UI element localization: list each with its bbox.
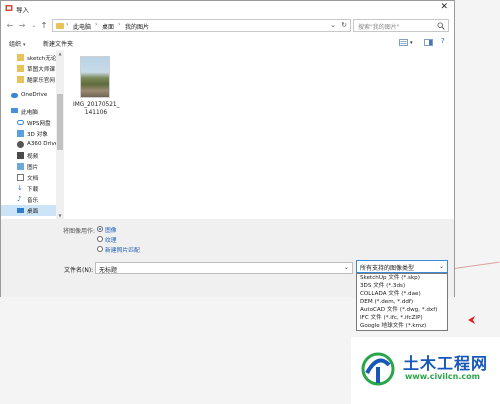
- cloud-icon: [17, 120, 24, 125]
- command-toolbar: 组织 ▾ 新建文件夹 ▾ ?: [1, 36, 454, 50]
- organize-label: 组织: [9, 41, 22, 48]
- organize-menu[interactable]: 组织 ▾: [9, 39, 25, 48]
- preview-pane-icon[interactable]: [424, 39, 433, 46]
- watermark-url: www.civilcn.com: [405, 372, 480, 381]
- breadcrumb-desktop[interactable]: 桌面: [102, 22, 114, 31]
- folder-icon: [56, 23, 64, 29]
- desktop-icon: [17, 208, 24, 213]
- sidebar-item-documents[interactable]: 文档: [1, 172, 56, 183]
- radio-label: 新建照片匹配: [105, 248, 140, 254]
- video-icon: [17, 152, 24, 159]
- address-bar[interactable]: › 此电脑 › 桌面 › 我的图片 ⌄ ↻: [52, 19, 351, 32]
- close-icon[interactable]: ✕: [440, 2, 448, 12]
- drive-icon: [17, 141, 24, 148]
- sidebar-scrollbar[interactable]: ▲ ▼: [56, 50, 64, 219]
- breadcrumb-this-pc[interactable]: 此电脑: [73, 22, 91, 31]
- sidebar-item-music[interactable]: ♪ 音乐: [1, 194, 56, 205]
- back-icon[interactable]: ←: [5, 20, 15, 32]
- radio-label: 纹理: [105, 238, 117, 244]
- breadcrumb-separator-icon[interactable]: ›: [95, 21, 97, 28]
- window-title: 导入: [16, 6, 29, 14]
- picture-icon: [17, 163, 24, 170]
- search-icon[interactable]: [437, 22, 445, 30]
- sidebar-item-onedrive[interactable]: OneDrive: [1, 90, 56, 101]
- title-bar: 导入 ✕: [1, 1, 454, 15]
- radio-label: 图像: [105, 228, 117, 234]
- help-icon[interactable]: ?: [441, 37, 445, 45]
- forward-icon[interactable]: →: [17, 20, 27, 32]
- filename-field[interactable]: 无标题 ⌄: [95, 262, 353, 274]
- music-icon: ♪: [17, 195, 22, 203]
- folder-icon: [17, 65, 24, 72]
- file-type-option[interactable]: 3DS 文件 (*.3ds): [360, 283, 405, 290]
- document-icon: [17, 174, 24, 181]
- sidebar-item-sketchup-course[interactable]: 草图大师课: [1, 63, 56, 74]
- new-folder-button[interactable]: 新建文件夹: [43, 39, 73, 48]
- up-arrow-icon[interactable]: ↑: [39, 20, 49, 32]
- sidebar-item-desktop[interactable]: 桌面: [1, 205, 56, 216]
- file-name-line-1: IMG_20170521_: [73, 102, 120, 108]
- file-type-option[interactable]: COLLADA 文件 (*.dae): [360, 291, 421, 298]
- file-type-dropdown-list: SketchUp 文件 (*.skp) 3DS 文件 (*.3ds) COLLA…: [356, 273, 448, 331]
- sketchup-app-icon: [5, 5, 13, 11]
- import-dialog: 导入 ✕ ← → ⌄ ↑ › 此电脑 › 桌面 › 我的图片 ⌄ ↻ 搜索"我的…: [0, 0, 455, 297]
- file-type-option[interactable]: Google 地球文件 (*.kmz): [360, 323, 426, 330]
- search-input[interactable]: 搜索"我的图片": [353, 19, 449, 32]
- file-name-label: IMG_20170521_ 141106: [73, 101, 120, 117]
- breadcrumb-separator-icon[interactable]: ›: [118, 21, 120, 28]
- sidebar-item-downloads[interactable]: ↓ 下载: [1, 183, 56, 194]
- mouse-cursor-icon: [468, 316, 475, 324]
- image-thumbnail[interactable]: [80, 56, 110, 98]
- navigation-bar: ← → ⌄ ↑ › 此电脑 › 桌面 › 我的图片 ⌄ ↻ 搜索"我的图片": [1, 18, 454, 34]
- folder-icon: [17, 54, 24, 61]
- computer-icon: [11, 108, 18, 113]
- address-history-chevron-icon[interactable]: ⌄: [330, 21, 336, 29]
- sidebar-item-pictures[interactable]: 图片: [1, 161, 56, 172]
- download-icon: ↓: [17, 184, 23, 192]
- scroll-up-icon[interactable]: ▲: [56, 50, 64, 57]
- file-type-option[interactable]: AutoCAD 文件 (*.dwg, *.dxf): [360, 307, 437, 314]
- sidebar-item-videos[interactable]: 视频: [1, 150, 56, 161]
- refresh-icon[interactable]: ↻: [341, 21, 347, 29]
- civilcn-logo-icon: [361, 352, 395, 386]
- sidebar-item-wps-cloud[interactable]: WPS网盘: [1, 117, 56, 128]
- cloud-icon: [11, 93, 18, 98]
- radio-button-selected[interactable]: [97, 226, 103, 232]
- file-name-line-2: 141106: [84, 110, 108, 116]
- chevron-down-icon[interactable]: ⌄: [439, 263, 444, 270]
- search-placeholder: 搜索"我的图片": [358, 24, 400, 31]
- sidebar-item-kujiale[interactable]: 酷家乐官网: [1, 74, 56, 85]
- radio-button[interactable]: [97, 246, 103, 252]
- file-type-option[interactable]: IFC 文件 (*.ifc, *.ifcZIP): [360, 315, 423, 322]
- view-dropdown-caret-icon[interactable]: ▾: [410, 40, 413, 46]
- sidebar-item-3d-objects[interactable]: 3D 对象: [1, 128, 56, 139]
- file-list: IMG_20170521_ 141106: [65, 50, 454, 219]
- sidebar-item-label: OneDrive: [21, 92, 48, 98]
- scrollbar-thumb[interactable]: [57, 94, 63, 150]
- file-type-selected: 所有支持的图像类型: [360, 265, 415, 272]
- recent-locations-chevron-icon[interactable]: ⌄: [29, 20, 39, 32]
- file-type-option[interactable]: SketchUp 文件 (*.skp): [360, 275, 420, 282]
- filename-label: 文件名(N):: [64, 267, 94, 274]
- scroll-down-icon[interactable]: ▼: [56, 212, 64, 219]
- filename-value: 无标题: [99, 267, 118, 274]
- breadcrumb-separator-icon[interactable]: ›: [66, 21, 68, 28]
- breadcrumb-my-pictures[interactable]: 我的图片: [125, 22, 149, 31]
- file-type-select[interactable]: 所有支持的图像类型 ⌄: [356, 260, 448, 273]
- folder-icon: [17, 76, 24, 83]
- watermark-title: 土木工程网: [403, 354, 489, 373]
- use-image-as-label: 将图像用作:: [63, 228, 96, 235]
- sidebar-item-a360-drive[interactable]: A360 Drive: [1, 139, 58, 150]
- sidebar-item-label: 此电脑: [21, 110, 38, 116]
- sidebar-item-this-pc[interactable]: 此电脑: [1, 106, 56, 117]
- view-options-icon[interactable]: [399, 39, 408, 46]
- cube-icon: [17, 130, 24, 137]
- file-type-option[interactable]: DEM (*.dem, *.ddf): [360, 299, 413, 306]
- dropdown-caret-icon: ▾: [22, 42, 26, 48]
- radio-button[interactable]: [97, 236, 103, 242]
- sidebar-item-sketch[interactable]: sketch无论: [1, 52, 56, 63]
- navigation-pane: sketch无论 草图大师课 酷家乐官网 OneDrive 此电脑 WPS网盘 …: [1, 50, 58, 219]
- filename-dropdown-chevron-icon[interactable]: ⌄: [344, 264, 349, 271]
- watermark-logo: 土木工程网 www.civilcn.com: [351, 337, 500, 404]
